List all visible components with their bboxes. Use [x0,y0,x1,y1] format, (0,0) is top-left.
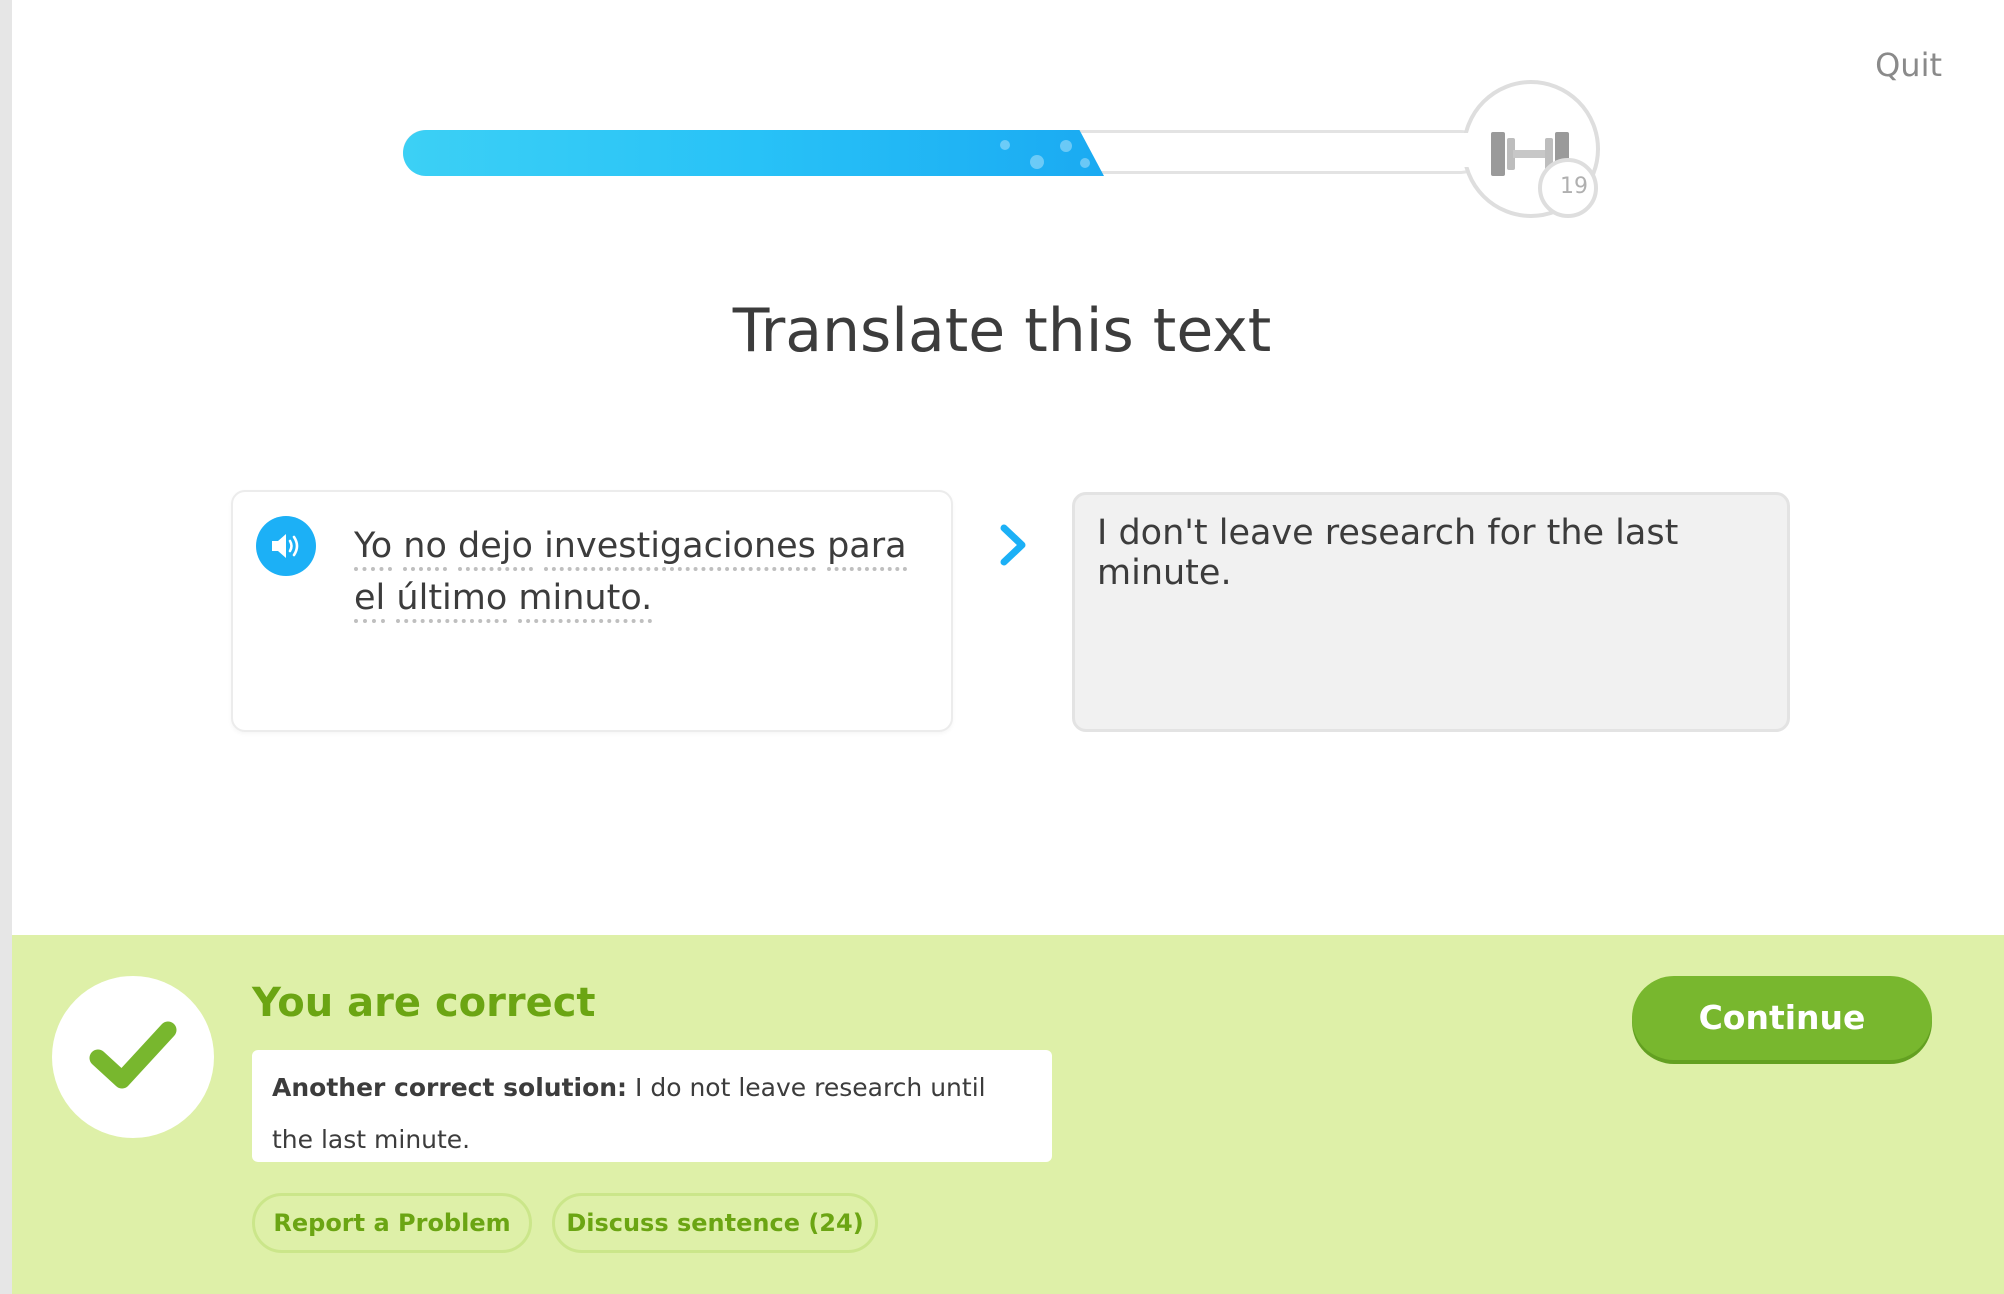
progress-fill [403,130,1104,176]
source-sentence: Yo no dejo investigaciones para el últim… [354,520,914,624]
report-problem-button[interactable]: Report a Problem [252,1193,532,1253]
hint-word[interactable]: no [403,526,447,571]
hint-word[interactable]: Yo [354,526,393,571]
correct-badge [52,976,214,1138]
lesson-page: Quit 19 Translate this text Yo no dejo i… [0,0,2004,1294]
hint-word[interactable]: minuto. [518,578,653,623]
hint-word[interactable]: el [354,578,386,623]
answer-input[interactable]: I don't leave research for the last minu… [1072,492,1790,732]
progress-sparkle [1060,140,1072,152]
progress-sparkle [1080,158,1090,168]
result-title: You are correct [252,980,596,1026]
discuss-sentence-button[interactable]: Discuss sentence (24) [552,1193,878,1253]
hint-word[interactable]: investigaciones [544,526,816,571]
quit-button[interactable]: Quit [1875,46,1942,84]
progress-sparkle [1000,140,1010,150]
speaker-button[interactable] [256,516,316,576]
continue-button[interactable]: Continue [1632,976,1932,1060]
left-edge [0,0,12,1294]
hint-word[interactable]: dejo [458,526,533,571]
alternative-solution: Another correct solution: I do not leave… [252,1050,1052,1162]
speaker-icon [272,534,299,558]
exercise-title: Translate this text [732,296,1272,366]
hint-word[interactable]: último [396,578,508,623]
badge-count: 19 [1560,174,1588,199]
solution-label: Another correct solution: [272,1073,628,1102]
badge-connector [1450,133,1470,167]
hint-word[interactable]: para [827,526,907,571]
chevron-right-icon [996,522,1030,572]
checkmark-icon [89,1021,177,1089]
progress-sparkle [1030,155,1044,169]
